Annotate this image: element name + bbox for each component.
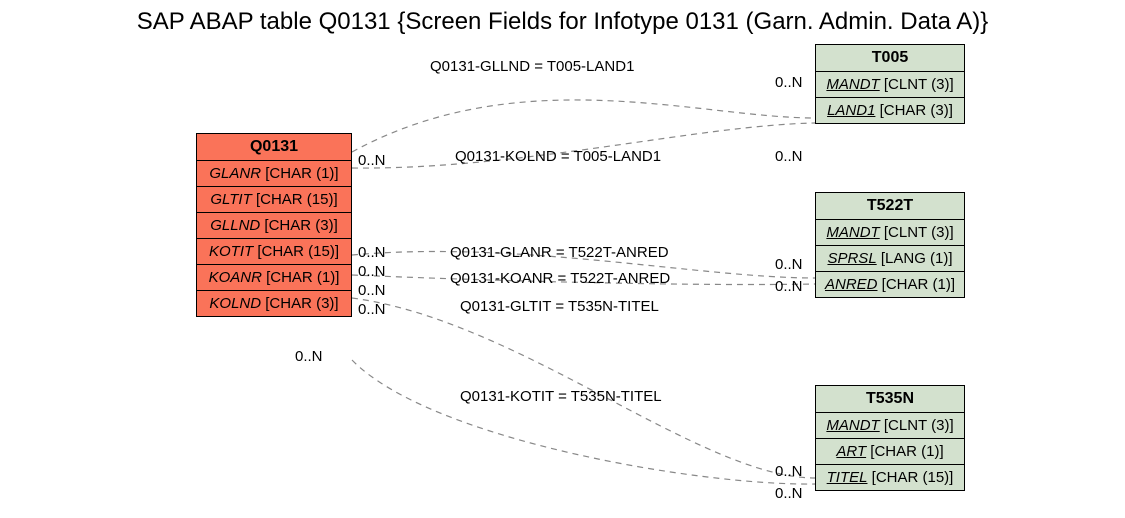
entity-q0131-field: KOTIT [CHAR (15)]: [197, 239, 351, 265]
relation-label: Q0131-KOTIT = T535N-TITEL: [460, 388, 662, 405]
entity-t005-field: MANDT [CLNT (3)]: [816, 72, 964, 98]
relation-label: Q0131-GLANR = T522T-ANRED: [450, 244, 669, 261]
entity-t535n-field: ART [CHAR (1)]: [816, 439, 964, 465]
entity-q0131-field: GLANR [CHAR (1)]: [197, 161, 351, 187]
cardinality-label: 0..N: [775, 256, 803, 273]
entity-t535n-header: T535N: [816, 386, 964, 413]
entity-t005-field: LAND1 [CHAR (3)]: [816, 98, 964, 123]
entity-t535n-field: MANDT [CLNT (3)]: [816, 413, 964, 439]
page-title: SAP ABAP table Q0131 {Screen Fields for …: [0, 8, 1125, 36]
cardinality-label: 0..N: [775, 148, 803, 165]
entity-t522t-field: ANRED [CHAR (1)]: [816, 272, 964, 297]
cardinality-label: 0..N: [775, 278, 803, 295]
entity-t522t-header: T522T: [816, 193, 964, 220]
cardinality-label: 0..N: [775, 485, 803, 502]
entity-q0131: Q0131 GLANR [CHAR (1)] GLTIT [CHAR (15)]…: [196, 133, 352, 317]
cardinality-label: 0..N: [295, 348, 323, 365]
cardinality-label: 0..N: [775, 463, 803, 480]
cardinality-label: 0..N: [358, 244, 386, 261]
entity-t535n: T535N MANDT [CLNT (3)] ART [CHAR (1)] TI…: [815, 385, 965, 491]
entity-q0131-field: GLLND [CHAR (3)]: [197, 213, 351, 239]
cardinality-label: 0..N: [358, 301, 386, 318]
relation-label: Q0131-GLTIT = T535N-TITEL: [460, 298, 659, 315]
relation-label: Q0131-KOANR = T522T-ANRED: [450, 270, 670, 287]
cardinality-label: 0..N: [358, 282, 386, 299]
entity-q0131-field: KOLND [CHAR (3)]: [197, 291, 351, 316]
entity-q0131-header: Q0131: [197, 134, 351, 161]
relation-label: Q0131-KOLND = T005-LAND1: [455, 148, 661, 165]
relation-label: Q0131-GLLND = T005-LAND1: [430, 58, 634, 75]
entity-q0131-field: KOANR [CHAR (1)]: [197, 265, 351, 291]
cardinality-label: 0..N: [358, 152, 386, 169]
entity-t522t: T522T MANDT [CLNT (3)] SPRSL [LANG (1)] …: [815, 192, 965, 298]
cardinality-label: 0..N: [358, 263, 386, 280]
entity-q0131-field: GLTIT [CHAR (15)]: [197, 187, 351, 213]
cardinality-label: 0..N: [775, 74, 803, 91]
entity-t005: T005 MANDT [CLNT (3)] LAND1 [CHAR (3)]: [815, 44, 965, 124]
entity-t535n-field: TITEL [CHAR (15)]: [816, 465, 964, 490]
entity-t522t-field: SPRSL [LANG (1)]: [816, 246, 964, 272]
entity-t522t-field: MANDT [CLNT (3)]: [816, 220, 964, 246]
entity-t005-header: T005: [816, 45, 964, 72]
